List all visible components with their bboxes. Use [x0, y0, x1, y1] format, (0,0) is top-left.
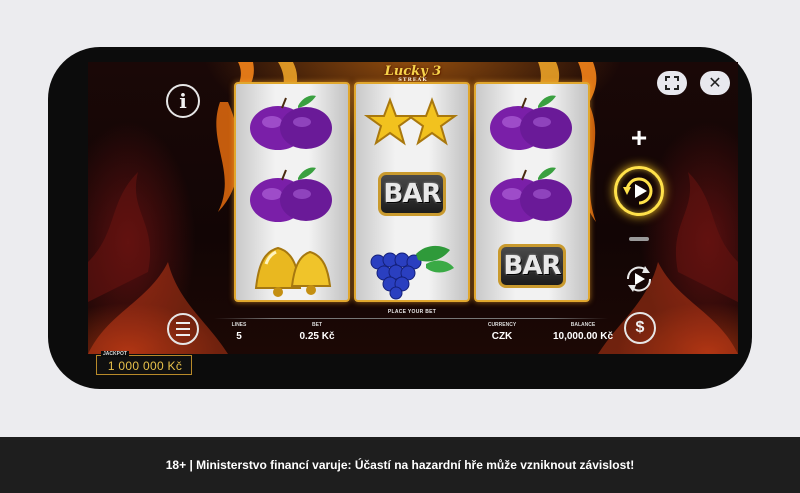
- currency-display: CURRENCY CZK: [478, 322, 526, 342]
- bet-settings-button[interactable]: $: [624, 312, 656, 344]
- autoplay-button[interactable]: [622, 262, 656, 296]
- plum-symbol: [476, 86, 588, 158]
- decrease-bet-button[interactable]: [629, 237, 649, 241]
- reel-3: BAR: [474, 82, 590, 302]
- close-icon: ✕: [708, 75, 722, 92]
- plum-icon: [250, 95, 332, 150]
- lines-display: LINES 5: [222, 322, 256, 342]
- spin-button[interactable]: [614, 166, 664, 216]
- fullscreen-button[interactable]: [657, 71, 687, 95]
- currency-value: CZK: [491, 331, 513, 342]
- bet-display[interactable]: BET 0.25 Kč: [292, 322, 342, 342]
- jackpot-panel: JACKPOT 1 000 000 Kč: [96, 351, 192, 375]
- bar-label: BAR: [498, 244, 566, 288]
- fullscreen-icon: [665, 76, 679, 90]
- jackpot-label: JACKPOT: [101, 351, 129, 357]
- autoplay-icon: [626, 266, 652, 292]
- reel-1: [234, 82, 350, 302]
- info-button[interactable]: i: [166, 84, 200, 118]
- close-button[interactable]: ✕: [700, 71, 730, 95]
- plum-symbol: [236, 86, 348, 158]
- balance-display: BALANCE 10,000.00 Kč: [542, 322, 624, 342]
- plum-symbol: [236, 158, 348, 230]
- bar-label: BAR: [378, 172, 446, 216]
- star-symbol: [356, 86, 468, 158]
- increase-bet-button[interactable]: +: [627, 124, 651, 152]
- footer-disclaimer: 18+ | Ministerstvo financí varuje: Účast…: [165, 458, 635, 472]
- spin-icon: [623, 177, 653, 205]
- reel-area: BAR BAR: [234, 82, 590, 302]
- place-bet-label: PLACE YOUR BET: [387, 309, 437, 315]
- bell-symbol: [236, 230, 348, 302]
- plum-icon: [250, 167, 332, 222]
- menu-button[interactable]: [167, 313, 199, 345]
- plum-icon: [490, 95, 572, 150]
- gambling-warning-footer: 18+ | Ministerstvo financí varuje: Účast…: [0, 437, 800, 493]
- star-icon: [363, 97, 459, 146]
- lines-label: LINES: [231, 322, 247, 328]
- grapes-icon: [370, 245, 454, 300]
- balance-value: 10,000.00 Kč: [552, 331, 614, 342]
- bell-icon: [254, 246, 332, 297]
- jackpot-value: 1 000 000 Kč: [107, 359, 183, 373]
- lines-value: 5: [236, 331, 242, 342]
- menu-icon: [176, 320, 190, 338]
- info-icon: i: [179, 89, 187, 113]
- bar-symbol: BAR: [476, 230, 588, 302]
- plum-symbol: [476, 158, 588, 230]
- plum-icon: [490, 167, 572, 222]
- grapes-symbol: [356, 230, 468, 302]
- hud-divider: [214, 318, 608, 319]
- balance-label: BALANCE: [570, 322, 596, 328]
- dollar-icon: $: [635, 319, 645, 336]
- bar-symbol: BAR: [356, 158, 468, 230]
- bet-label: BET: [312, 322, 322, 328]
- reel-2: BAR: [354, 82, 470, 302]
- currency-label: CURRENCY: [487, 322, 517, 328]
- bet-value: 0.25 Kč: [299, 331, 335, 342]
